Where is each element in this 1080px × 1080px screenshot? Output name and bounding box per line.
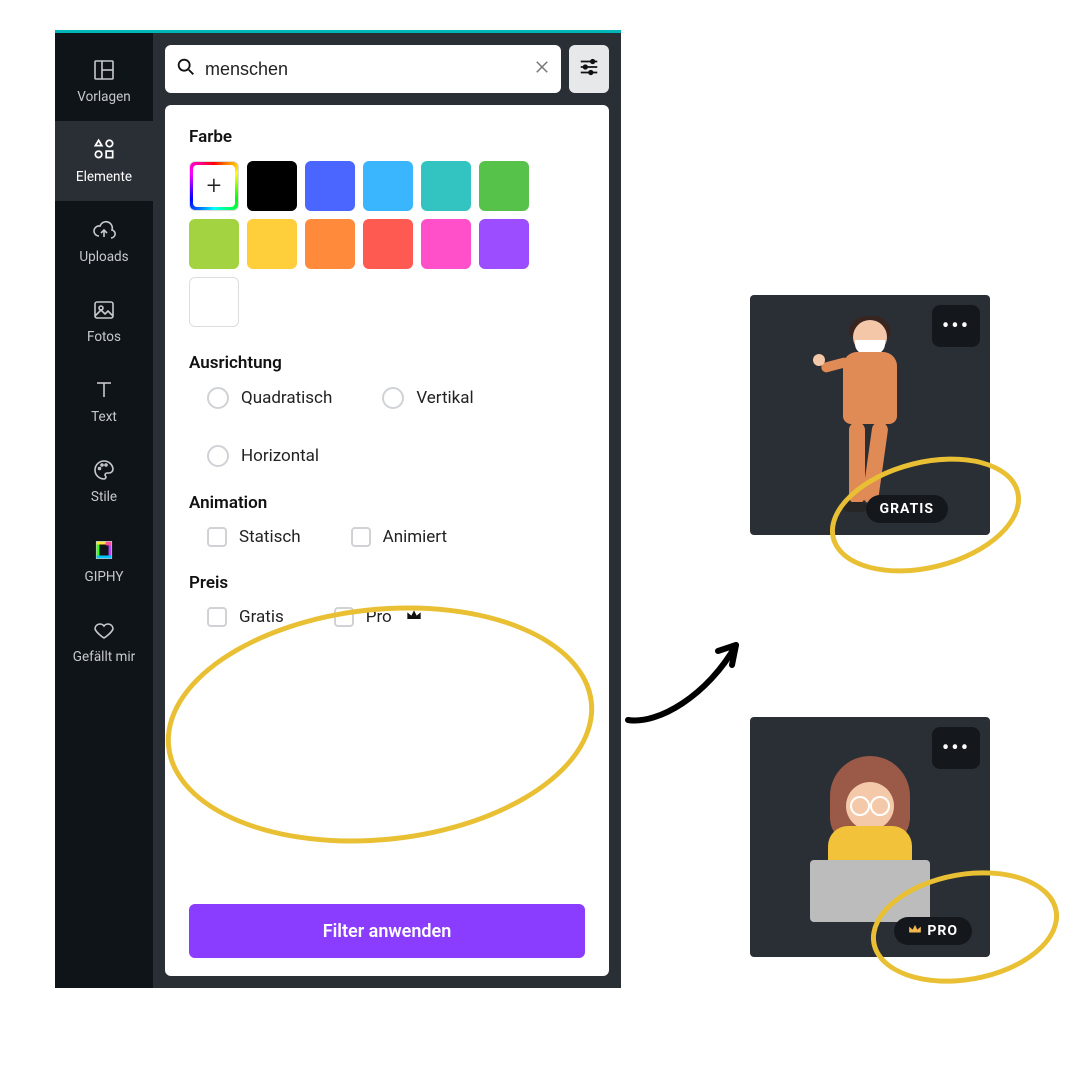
sidebar-item-label: Vorlagen [77,89,130,105]
element-card-free[interactable]: ••• GRATIS [750,295,990,535]
annotation-arrow-icon [618,625,758,745]
checkbox-icon [207,527,227,547]
color-swatch[interactable] [479,219,529,269]
palette-icon [91,457,117,483]
orientation-section-title: Ausrichtung [189,353,585,373]
animation-static-option[interactable]: Statisch [207,527,301,547]
sidebar-item-templates[interactable]: Vorlagen [55,41,153,121]
option-label: Statisch [239,527,301,547]
checkbox-icon [334,607,354,627]
card-more-button[interactable]: ••• [932,305,980,347]
apply-filter-label: Filter anwenden [323,921,452,942]
sidebar-item-text[interactable]: Text [55,361,153,441]
color-swatch[interactable] [363,161,413,211]
color-swatch[interactable] [421,219,471,269]
elements-icon [91,137,117,163]
search-box[interactable] [165,45,561,93]
more-icon: ••• [942,736,970,761]
add-color-swatch[interactable]: + [189,161,239,211]
illustration-desk-person [780,742,960,932]
search-icon [175,56,197,82]
sidebar-item-label: Text [91,409,117,425]
photo-icon [91,297,117,323]
crown-icon [908,923,922,939]
color-swatch[interactable] [479,161,529,211]
plus-icon: + [207,171,222,201]
radio-icon [382,387,404,409]
element-card-pro[interactable]: ••• PRO [750,717,990,957]
badge-label: PRO [927,923,958,939]
option-label: Vertikal [416,388,473,408]
sidebar-item-label: Elemente [76,169,132,185]
animation-section: Animation Statisch Animiert [189,493,585,547]
price-section-title: Preis [189,573,585,593]
color-section-title: Farbe [189,127,585,147]
color-grid: + [189,161,585,327]
pro-badge: PRO [894,917,972,945]
sidebar-item-elements[interactable]: Elemente [55,121,153,201]
orientation-horizontal-option[interactable]: Horizontal [207,445,319,467]
sidebar-item-label: Stile [91,489,117,505]
giphy-icon [91,537,117,563]
color-swatch[interactable] [421,161,471,211]
elements-panel: Farbe + Ausrichtung Quadratisch [153,33,621,988]
option-label: Animiert [383,527,447,547]
badge-label: GRATIS [880,501,934,517]
upload-cloud-icon [91,217,117,243]
color-swatch[interactable] [247,219,297,269]
free-badge: GRATIS [866,495,948,523]
color-swatch[interactable] [305,161,355,211]
sidebar-item-label: Gefällt mir [73,649,135,665]
more-icon: ••• [942,314,970,339]
price-section: Preis Gratis Pro [189,573,585,627]
orientation-section: Ausrichtung Quadratisch Vertikal Horizon… [189,353,585,467]
sidebar-item-styles[interactable]: Stile [55,441,153,521]
color-swatch[interactable] [189,277,239,327]
animation-animated-option[interactable]: Animiert [351,527,447,547]
sliders-icon [578,56,600,82]
option-label: Quadratisch [241,388,332,408]
sidebar-item-label: GIPHY [85,569,124,585]
apply-filter-button[interactable]: Filter anwenden [189,904,585,958]
option-label: Pro [366,607,392,627]
text-icon [91,377,117,403]
color-swatch[interactable] [247,161,297,211]
heart-icon [91,617,117,643]
price-pro-option[interactable]: Pro [334,607,422,627]
illustration-nurse [815,310,925,520]
orientation-vertical-option[interactable]: Vertikal [382,387,473,409]
sidebar: Vorlagen Elemente Uploads Fotos [55,33,153,988]
radio-icon [207,387,229,409]
editor-side-panel: Vorlagen Elemente Uploads Fotos [55,30,621,988]
checkbox-icon [207,607,227,627]
card-more-button[interactable]: ••• [932,727,980,769]
checkbox-icon [351,527,371,547]
radio-icon [207,445,229,467]
sidebar-item-likes[interactable]: Gefällt mir [55,601,153,681]
color-swatch[interactable] [305,219,355,269]
sidebar-item-label: Fotos [87,329,121,345]
animation-section-title: Animation [189,493,585,513]
search-input[interactable] [205,59,525,80]
sidebar-item-photos[interactable]: Fotos [55,281,153,361]
filter-settings-button[interactable] [569,45,609,93]
filter-panel: Farbe + Ausrichtung Quadratisch [165,105,609,976]
sidebar-item-label: Uploads [79,249,128,265]
color-swatch[interactable] [363,219,413,269]
orientation-square-option[interactable]: Quadratisch [207,387,332,409]
clear-icon[interactable] [533,58,551,80]
color-swatch[interactable] [189,219,239,269]
sidebar-item-giphy[interactable]: GIPHY [55,521,153,601]
price-free-option[interactable]: Gratis [207,607,284,627]
crown-icon [406,607,422,627]
option-label: Gratis [239,607,284,627]
sidebar-item-uploads[interactable]: Uploads [55,201,153,281]
search-row [165,45,609,93]
templates-icon [91,57,117,83]
option-label: Horizontal [241,446,319,466]
